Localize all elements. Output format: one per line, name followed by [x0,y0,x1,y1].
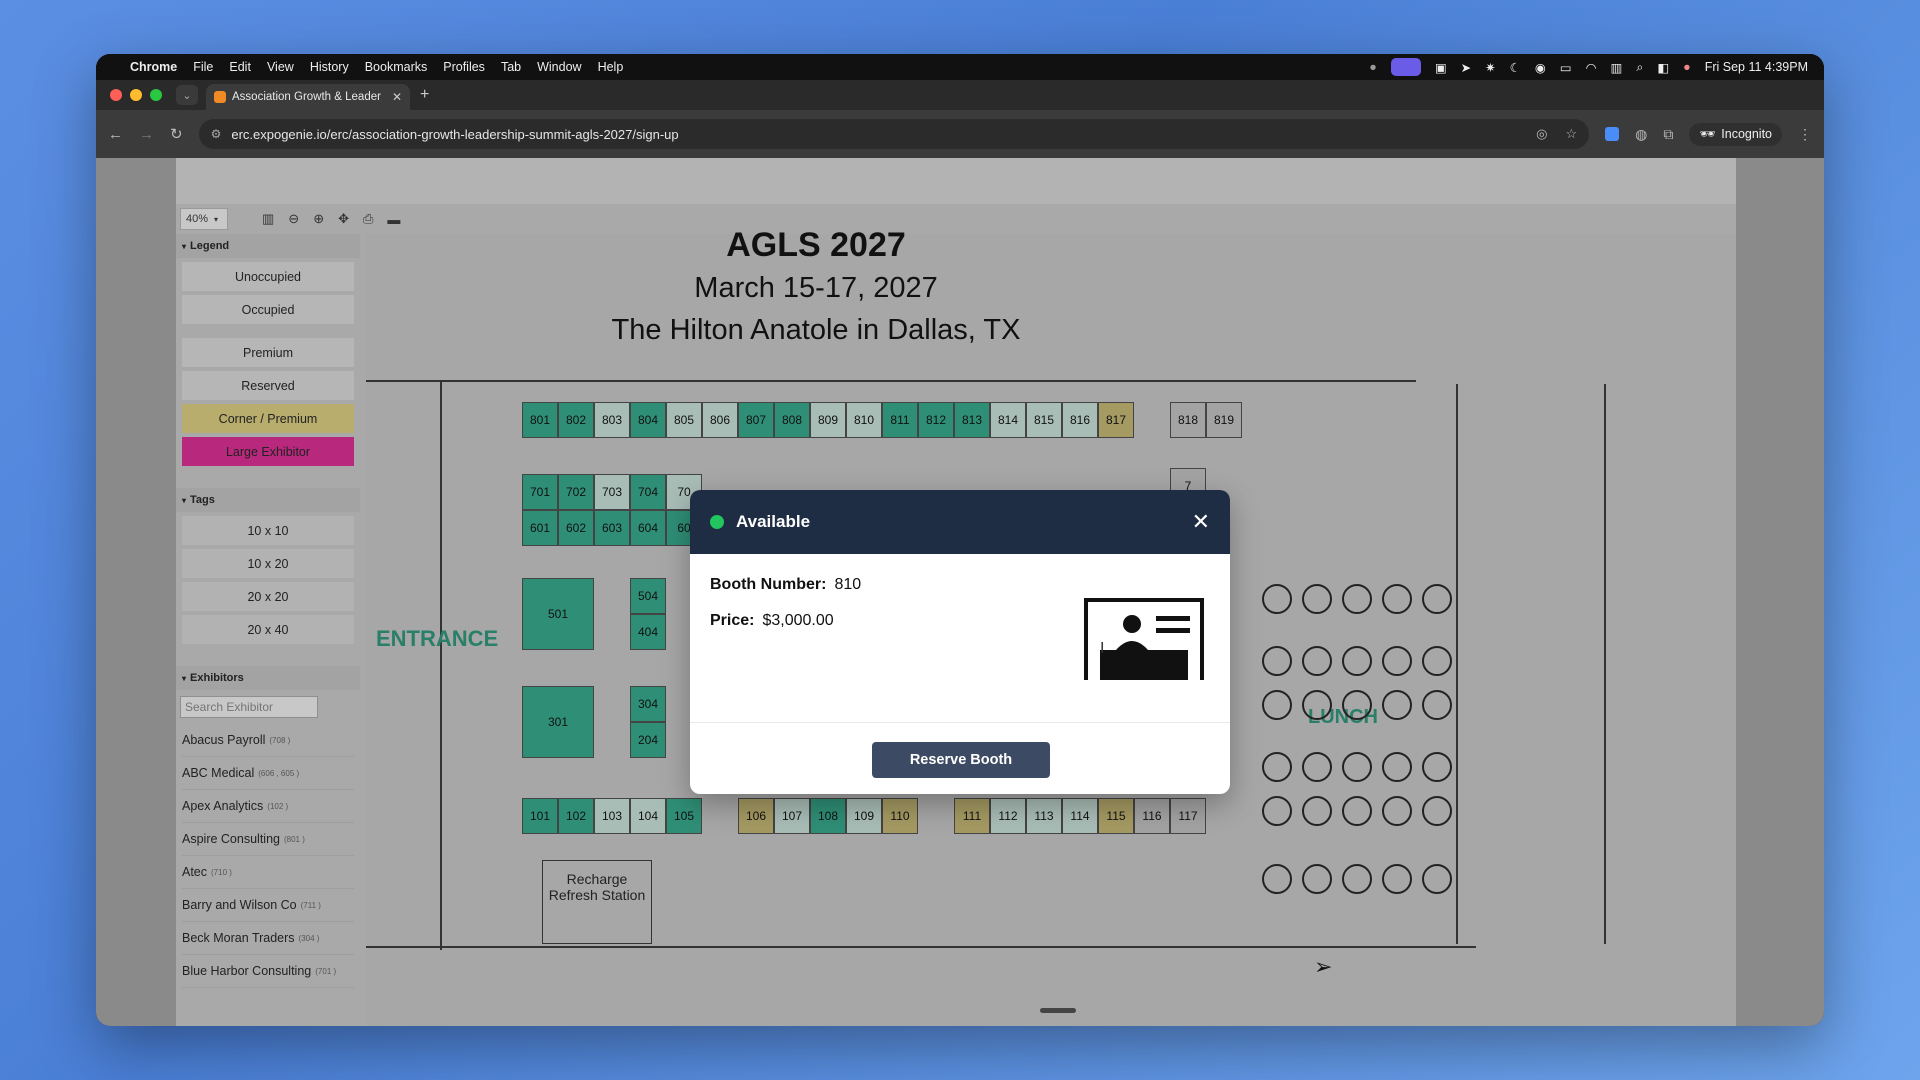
send-icon[interactable]: ➤ [1461,60,1471,75]
site-info-icon[interactable]: ⚙ [211,127,222,141]
control-center-icon[interactable]: ◧ [1657,60,1669,75]
reserve-booth-button[interactable]: Reserve Booth [872,742,1050,778]
menu-window[interactable]: Window [537,60,581,74]
chrome-menu-icon[interactable]: ⋮ [1798,126,1812,143]
spotlight-icon[interactable]: ⌕ [1636,60,1643,75]
price-label: Price: [710,612,755,629]
wifi-icon[interactable]: ◠ [1586,60,1597,75]
booth-details-modal: Available ✕ Booth Number: 810 Price: $3,00… [690,490,1230,794]
record-icon[interactable]: ◉ [1535,60,1546,75]
price-row: Price: $3,000.00 [710,612,834,630]
url-text[interactable]: erc.expogenie.io/erc/association-growth-… [231,127,678,142]
window-controls [110,89,162,101]
booth-illustration-icon [1084,598,1204,680]
menu-bookmarks[interactable]: Bookmarks [365,60,428,74]
modal-body: Booth Number: 810 Price: $3,000.00 Reserve… [690,554,1230,794]
menu-app-name[interactable]: Chrome [130,60,177,74]
new-tab-button[interactable]: + [420,86,429,104]
menu-history[interactable]: History [310,60,349,74]
menu-view[interactable]: View [267,60,294,74]
mic-icon[interactable]: ● [1369,60,1377,74]
menubar-clock[interactable]: Fri Sep 11 4:39PM [1705,60,1808,74]
zoom-window-button[interactable] [150,89,162,101]
expogenie-favicon-icon [214,91,226,103]
reload-button[interactable]: ↻ [170,125,183,143]
tab-title: Association Growth & Leader [232,91,381,103]
tab-close-icon[interactable]: ✕ [392,90,402,104]
screen-share-icon[interactable] [1390,58,1421,76]
available-status-dot [710,515,724,529]
brightness-icon[interactable]: ✷ [1485,60,1495,75]
browser-window: Chrome File Edit View History Bookmarks … [96,54,1824,1026]
booth-number-label: Booth Number: [710,576,827,593]
bottom-drag-handle[interactable] [1040,1008,1076,1013]
moon-icon[interactable]: ☾ [1510,60,1521,75]
extension-blue-icon[interactable] [1605,127,1620,141]
tab-bar: ⌄ Association Growth & Leader ✕ + [96,80,1824,110]
url-bar[interactable]: ⚙ erc.expogenie.io/erc/association-growt… [198,119,1590,149]
extension-globe-icon[interactable]: ◍ [1635,126,1647,143]
price-value: $3,000.00 [762,612,834,629]
modal-divider [690,722,1230,723]
modal-header: Available ✕ [690,490,1230,554]
menu-help[interactable]: Help [598,60,624,74]
menu-profiles[interactable]: Profiles [443,60,485,74]
browser-tab-active[interactable]: Association Growth & Leader ✕ [206,84,410,110]
menu-edit[interactable]: Edit [229,60,251,74]
screenshot-icon[interactable]: ▣ [1435,60,1447,75]
booth-number-row: Booth Number: 810 [710,576,861,594]
forward-button[interactable]: → [139,126,154,143]
incognito-badge[interactable]: 🕶 Incognito [1689,122,1782,146]
minimize-window-button[interactable] [130,89,142,101]
battery-icon[interactable]: ▭ [1560,60,1572,75]
incognito-icon: 🕶 [1699,126,1716,141]
siri-icon[interactable]: ● [1683,60,1691,74]
url-actions: ◎ ☆ [1536,126,1577,142]
menu-file[interactable]: File [193,60,213,74]
incognito-label: Incognito [1721,127,1772,141]
modal-status-title: Available [736,512,811,531]
close-window-button[interactable] [110,89,122,101]
menu-tab[interactable]: Tab [501,60,521,74]
status-icons: ● ▣ ➤ ✷ ☾ ◉ ▭ ◠ ▥ ⌕ ◧ ● Fri Sep 11 4:39P… [1369,58,1808,76]
extensions-puzzle-icon[interactable]: ⧉ [1663,126,1673,143]
stats-icon[interactable]: ▥ [1611,60,1623,75]
booth-number-value: 810 [834,576,862,593]
close-icon[interactable]: ✕ [1192,509,1210,535]
eye-off-icon[interactable]: ◎ [1536,126,1547,142]
bookmark-star-icon[interactable]: ☆ [1566,126,1578,142]
back-button[interactable]: ← [108,126,123,143]
text-cursor-icon: I [1100,640,1105,657]
mac-menubar: Chrome File Edit View History Bookmarks … [96,54,1824,80]
extensions: ◍ ⧉ [1605,126,1673,143]
page-content: 40% ▾ ▥ ⊖ ⊕ ✥ ⎙ ▬ ▾ Legend Unoccupied Occu… [96,158,1824,1026]
address-bar-row: ← → ↻ ⚙ erc.expogenie.io/erc/association… [96,110,1824,158]
tab-search-chevron-icon[interactable]: ⌄ [176,85,198,105]
